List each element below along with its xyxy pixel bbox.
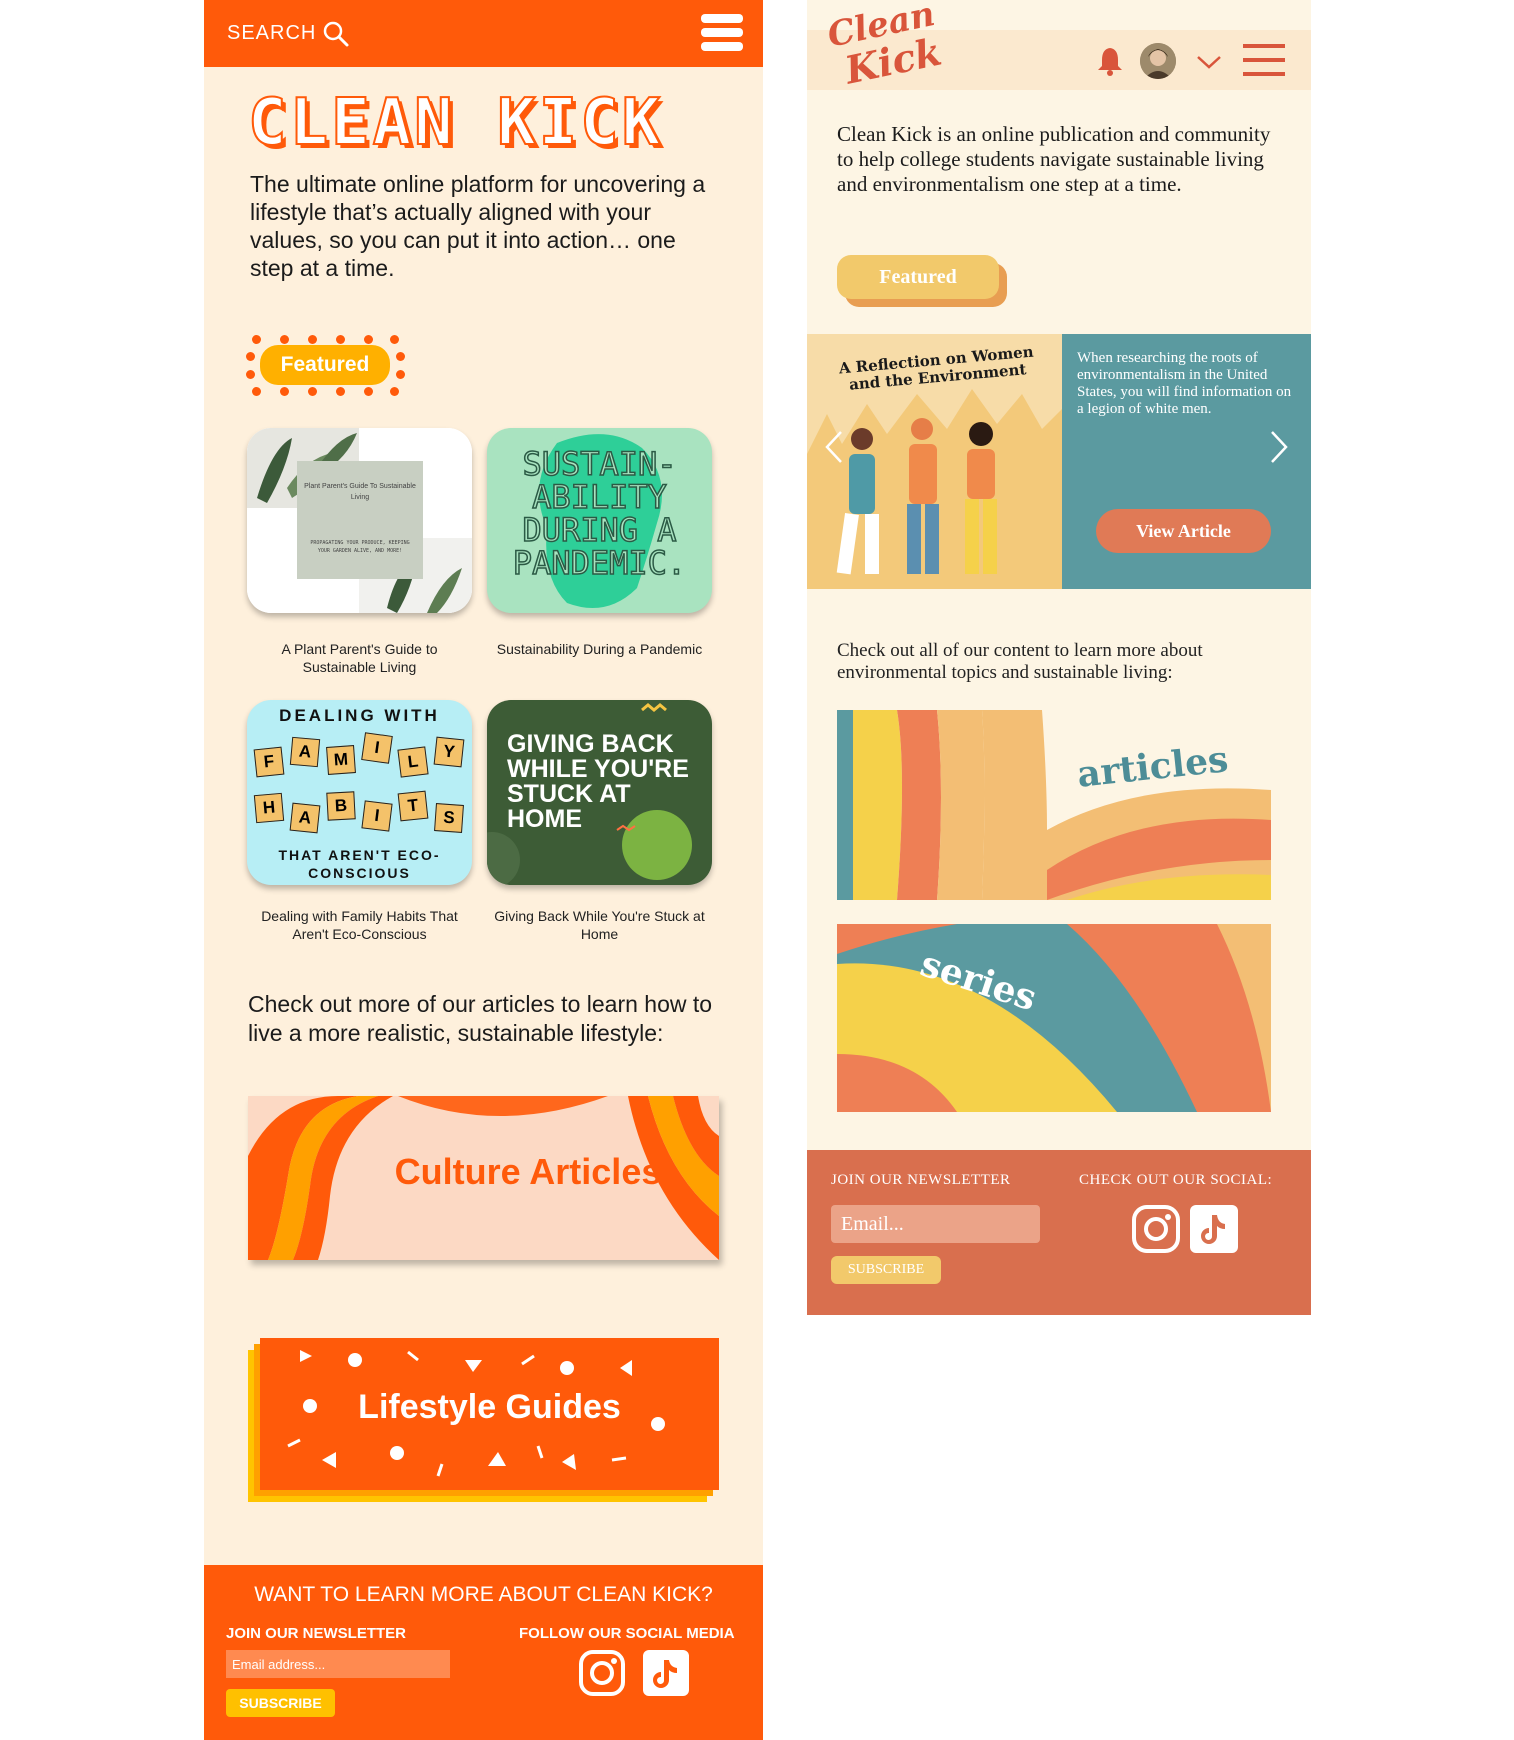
giving-back-line: STUCK AT — [507, 780, 631, 808]
more-articles-blurb: Check out more of our articles to learn … — [248, 991, 713, 1046]
letter-tile: I — [361, 800, 393, 832]
top-bar: SEARCH — [204, 0, 763, 67]
newsletter-label: JOIN OUR NEWSLETTER — [226, 1625, 407, 1642]
article-card-family-habits[interactable]: DEALING WITH F A M I L Y H A B I T S THA… — [247, 700, 472, 885]
tagline: The ultimate online platform for uncover… — [250, 171, 706, 281]
menu-icon[interactable] — [701, 14, 743, 57]
hero-description: When researching the roots of environmen… — [1077, 350, 1292, 417]
letter-tile: Y — [433, 736, 465, 768]
letter-tile: H — [253, 792, 285, 824]
menu-icon[interactable] — [1243, 44, 1285, 83]
letter-tile: I — [361, 732, 393, 764]
giving-back-line: HOME — [507, 805, 582, 833]
chevron-down-icon[interactable] — [1196, 54, 1222, 75]
featured-button[interactable]: Featured — [837, 255, 1009, 309]
letter-tile: F — [253, 746, 285, 778]
chevron-right-icon[interactable] — [1270, 430, 1288, 469]
letter-tile: A — [289, 802, 321, 834]
series-art — [837, 924, 1271, 1112]
logo[interactable]: Clean Kick — [824, 0, 951, 110]
hero-text-panel: When researching the roots of environmen… — [1062, 334, 1311, 589]
letter-tile: L — [397, 746, 429, 778]
featured-label: Featured — [837, 255, 999, 299]
subscribe-button[interactable]: SUBSCRIBE — [831, 1256, 941, 1284]
family-tiles-row1: F A M I L Y — [253, 732, 470, 778]
social-label: FOLLOW OUR SOCIAL MEDIA — [519, 1625, 735, 1642]
card-caption[interactable]: Giving Back While You're Stuck at Home — [487, 907, 712, 943]
pandemic-line: PANDEMIC. — [512, 544, 687, 582]
lifestyle-guides-banner[interactable]: Lifestyle Guides — [260, 1338, 719, 1490]
card-caption[interactable]: Sustainability During a Pandemic — [487, 640, 712, 658]
plant-thumbnail-panel: Plant Parent's Guide To Sustainable Livi… — [297, 461, 423, 579]
intro-text: Clean Kick is an online publication and … — [837, 122, 1271, 196]
article-card-sustainability-pandemic[interactable]: SUSTAIN- ABILITY DURING A PANDEMIC. — [487, 428, 712, 613]
content-blurb: Check out all of our content to learn mo… — [837, 640, 1203, 683]
card-caption[interactable]: A Plant Parent's Guide to Sustainable Li… — [247, 640, 472, 676]
pandemic-line: DURING A — [522, 511, 678, 549]
bell-icon[interactable] — [1096, 46, 1124, 81]
giving-back-line: GIVING BACK — [507, 730, 674, 758]
footer-question: WANT TO LEARN MORE ABOUT CLEAN KICK? — [254, 1583, 713, 1606]
featured-carousel: A Reflection on Women and the Environmen… — [807, 334, 1311, 589]
mobile-mockup-right: Clean Kick Clean Kick is an online publi… — [807, 0, 1311, 1315]
tiktok-icon[interactable] — [642, 1649, 690, 1702]
hero-image: A Reflection on Women and the Environmen… — [807, 334, 1062, 589]
instagram-icon[interactable] — [578, 1649, 626, 1702]
culture-articles-label: Culture Articles — [394, 1151, 662, 1192]
chevron-left-icon[interactable] — [825, 430, 843, 469]
article-card-giving-back[interactable]: GIVING BACK WHILE YOU'RE STUCK AT HOME — [487, 700, 712, 885]
letter-tile: M — [326, 745, 356, 775]
family-thumbnail-top: DEALING WITH — [279, 706, 440, 725]
articles-art — [837, 710, 1271, 900]
card-caption[interactable]: Dealing with Family Habits That Aren't E… — [247, 907, 472, 943]
giving-back-line: WHILE YOU'RE — [507, 755, 689, 783]
letter-tile: A — [289, 736, 321, 768]
featured-label: Featured — [260, 345, 390, 385]
pandemic-line: SUSTAIN- — [522, 445, 678, 483]
social-label: CHECK OUT OUR SOCIAL: — [1079, 1172, 1273, 1188]
subscribe-button[interactable]: SUBSCRIBE — [226, 1689, 335, 1717]
view-article-button[interactable]: View Article — [1096, 509, 1271, 553]
search-icon[interactable] — [322, 20, 350, 53]
article-card-plant-parent[interactable]: Plant Parent's Guide To Sustainable Livi… — [247, 428, 472, 613]
family-thumbnail-bottom: THAT AREN'T ECO-CONSCIOUS — [278, 847, 441, 881]
series-tile[interactable]: series — [837, 924, 1271, 1112]
plant-thumbnail-subtitle: PROPAGATING YOUR PRODUCE, KEEPING YOUR G… — [310, 540, 410, 554]
featured-badge: Featured — [246, 335, 405, 396]
plant-thumbnail-title: Plant Parent's Guide To Sustainable Livi… — [304, 483, 416, 501]
giving-back-thumbnail-text: GIVING BACK WHILE YOU'RE STUCK AT HOME — [507, 732, 707, 832]
pandemic-line: ABILITY — [531, 478, 667, 516]
search-label[interactable]: SEARCH — [227, 22, 316, 45]
email-field[interactable] — [831, 1205, 1040, 1243]
footer: WANT TO LEARN MORE ABOUT CLEAN KICK? JOI… — [204, 1565, 763, 1740]
tiktok-icon[interactable] — [1189, 1204, 1239, 1259]
family-tiles-row2: H A B I T S — [253, 790, 470, 834]
email-field[interactable] — [226, 1650, 450, 1678]
avatar[interactable] — [1140, 43, 1176, 79]
letter-tile: S — [434, 803, 464, 833]
instagram-icon[interactable] — [1131, 1204, 1181, 1259]
footer: JOIN OUR NEWSLETTER CHECK OUT OUR SOCIAL… — [807, 1150, 1311, 1315]
pandemic-thumbnail-text: SUSTAIN- ABILITY DURING A PANDEMIC. — [487, 445, 712, 582]
culture-articles-banner[interactable]: Culture Articles — [248, 1096, 719, 1260]
articles-tile[interactable]: articles — [837, 710, 1271, 900]
brand-title: CLEAN KICK — [247, 85, 664, 161]
newsletter-label: JOIN OUR NEWSLETTER — [831, 1172, 1011, 1188]
letter-tile: T — [397, 790, 429, 822]
letter-tile: B — [326, 791, 356, 821]
lifestyle-guides-label: Lifestyle Guides — [358, 1388, 621, 1426]
mobile-mockup-left: SEARCH CLEAN KICK The ultimate online pl… — [204, 0, 763, 1740]
